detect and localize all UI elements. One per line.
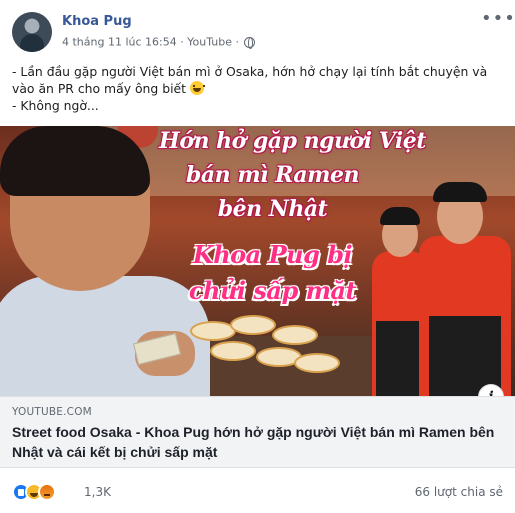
via-source[interactable]: YouTube	[187, 36, 232, 49]
more-options-icon[interactable]: •••	[481, 10, 515, 28]
post-timestamp[interactable]: 4 tháng 11 lúc 16:54	[62, 36, 177, 49]
globe-icon[interactable]	[244, 36, 256, 49]
message-line-1: - Lần đầu gặp người Việt bán mì ở Osaka,…	[12, 64, 488, 96]
message-line-2: - Không ngờ...	[12, 98, 99, 113]
share-count[interactable]: 66 lượt chia sẻ	[415, 485, 503, 499]
video-thumbnail[interactable]: Hớn hở gặp người Việt bán mì Ramen bên N…	[0, 126, 515, 396]
reaction-icons[interactable]	[12, 483, 82, 501]
post-meta: 4 tháng 11 lúc 16:54 · YouTube ·	[62, 35, 256, 49]
grinning-emoji-icon	[189, 81, 205, 95]
link-title[interactable]: Street food Osaka - Khoa Pug hớn hở gặp …	[12, 422, 504, 462]
link-preview[interactable]: YOUTUBE.COM Street food Osaka - Khoa Pug…	[0, 396, 515, 468]
caption-line-1: Hớn hở gặp người Việt	[159, 128, 426, 154]
angry-icon	[38, 483, 56, 501]
caption-line-3: bên Nhật	[217, 196, 328, 222]
caption-line-2: bán mì Ramen	[186, 162, 359, 188]
meta-separator: ·	[180, 35, 184, 49]
thumbnail-caption: Hớn hở gặp người Việt bán mì Ramen bên N…	[0, 126, 515, 396]
post-footer: 1,3K 66 lượt chia sẻ	[0, 470, 515, 513]
facebook-post: Khoa Pug 4 tháng 11 lúc 16:54 · YouTube …	[0, 0, 515, 513]
post-header: Khoa Pug 4 tháng 11 lúc 16:54 · YouTube …	[12, 10, 515, 56]
link-domain: YOUTUBE.COM	[12, 406, 92, 418]
author-name[interactable]: Khoa Pug	[62, 14, 132, 29]
reaction-count[interactable]: 1,3K	[84, 485, 111, 499]
meta-separator-2: ·	[235, 35, 239, 49]
post-message: - Lần đầu gặp người Việt bán mì ở Osaka,…	[12, 63, 506, 114]
avatar[interactable]	[12, 12, 52, 52]
caption-line-5: chửi sấp mặt	[188, 276, 357, 305]
caption-line-4: Khoa Pug bị	[192, 240, 353, 269]
